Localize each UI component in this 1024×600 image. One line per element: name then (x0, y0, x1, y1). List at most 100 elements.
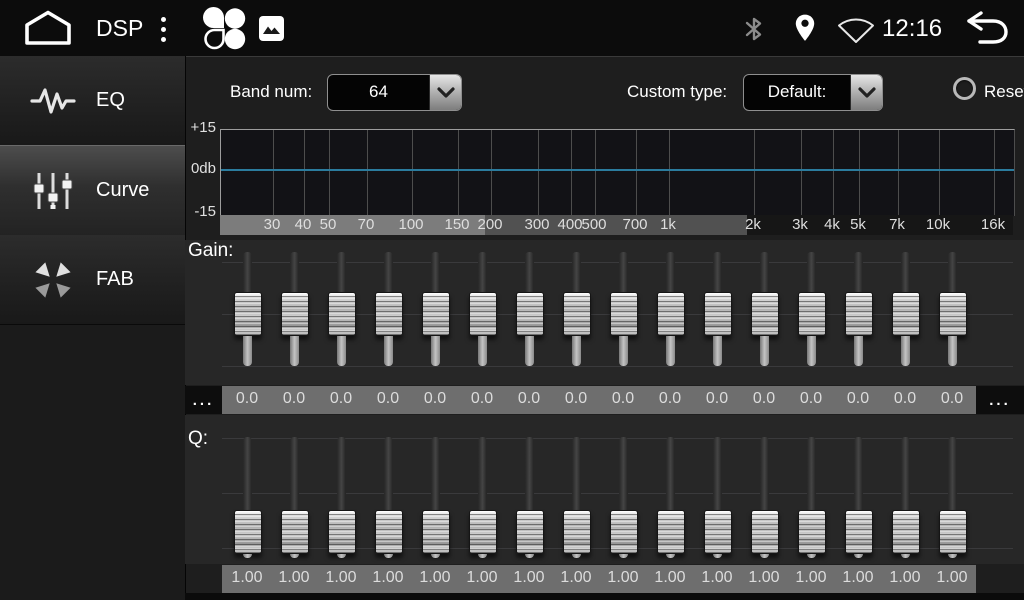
grid-line (859, 130, 860, 216)
slider-knob[interactable] (657, 510, 685, 554)
slider-knob[interactable] (234, 292, 262, 336)
q-slider[interactable] (845, 437, 871, 558)
gain-slider[interactable] (516, 252, 542, 366)
gain-value: 0.0 (365, 390, 411, 408)
slider-knob[interactable] (375, 510, 403, 554)
slider-knob[interactable] (328, 510, 356, 554)
slider-knob[interactable] (328, 292, 356, 336)
band-num-dropdown[interactable]: 64 (327, 74, 462, 111)
chevron-down-icon[interactable] (850, 75, 882, 110)
gain-slider[interactable] (892, 252, 918, 366)
gain-slider[interactable] (563, 252, 589, 366)
gain-slider[interactable] (798, 252, 824, 366)
slider-knob[interactable] (892, 510, 920, 554)
slider-knob[interactable] (939, 510, 967, 554)
slider-knob[interactable] (516, 510, 544, 554)
gain-slider[interactable] (422, 252, 448, 366)
slider-track-upper (713, 252, 722, 296)
q-slider[interactable] (704, 437, 730, 558)
slider-track-lower (290, 336, 299, 366)
gain-slider[interactable] (281, 252, 307, 366)
q-slider[interactable] (563, 437, 589, 558)
gain-slider[interactable] (375, 252, 401, 366)
slider-knob[interactable] (798, 510, 826, 554)
slider-knob[interactable] (751, 292, 779, 336)
q-slider[interactable] (422, 437, 448, 558)
kebab-menu-icon[interactable] (155, 11, 172, 48)
slider-track-lower (760, 554, 769, 558)
eq-curve-graph[interactable] (220, 129, 1015, 216)
slider-track-lower (666, 554, 675, 558)
slider-track-upper (619, 252, 628, 296)
gain-slider[interactable] (328, 252, 354, 366)
q-slider[interactable] (657, 437, 683, 558)
q-slider[interactable] (939, 437, 965, 558)
slider-knob[interactable] (657, 292, 685, 336)
slider-knob[interactable] (516, 292, 544, 336)
gain-value: 0.0 (271, 390, 317, 408)
slider-knob[interactable] (939, 292, 967, 336)
home-icon[interactable] (22, 8, 74, 48)
slider-track-upper (760, 252, 769, 296)
reset-radio[interactable] (953, 77, 976, 100)
slider-knob[interactable] (563, 292, 591, 336)
q-slider[interactable] (234, 437, 260, 558)
slider-track-upper (290, 252, 299, 296)
q-value: 1.00 (600, 569, 646, 587)
q-slider[interactable] (469, 437, 495, 558)
slider-knob[interactable] (422, 510, 450, 554)
slider-knob[interactable] (751, 510, 779, 554)
slider-track-lower (619, 554, 628, 558)
q-slider[interactable] (751, 437, 777, 558)
gain-slider[interactable] (610, 252, 636, 366)
more-bands-right-button[interactable]: ... (976, 386, 1024, 414)
slider-track-upper (572, 252, 581, 296)
q-slider[interactable] (892, 437, 918, 558)
q-slider[interactable] (375, 437, 401, 558)
gallery-icon[interactable] (258, 15, 285, 42)
gain-slider[interactable] (704, 252, 730, 366)
q-slider[interactable] (798, 437, 824, 558)
custom-type-dropdown[interactable]: Default: (743, 74, 883, 111)
slider-knob[interactable] (281, 292, 309, 336)
slider-track-lower (572, 336, 581, 366)
more-bands-left-button[interactable]: ... (185, 386, 222, 414)
sidebar-item-eq[interactable]: EQ (0, 56, 185, 146)
apps-clover-icon[interactable] (203, 7, 247, 51)
gain-slider[interactable] (939, 252, 965, 366)
gain-slider[interactable] (845, 252, 871, 366)
back-icon[interactable] (960, 9, 1010, 47)
slider-knob[interactable] (422, 292, 450, 336)
gain-slider[interactable] (469, 252, 495, 366)
slider-knob[interactable] (469, 292, 497, 336)
slider-knob[interactable] (704, 292, 732, 336)
chevron-down-icon[interactable] (429, 75, 461, 110)
slider-knob[interactable] (563, 510, 591, 554)
sidebar-item-fab[interactable]: FAB (0, 235, 185, 325)
gain-value: 0.0 (741, 390, 787, 408)
slider-knob[interactable] (281, 510, 309, 554)
slider-knob[interactable] (610, 292, 638, 336)
slider-track-lower (384, 336, 393, 366)
q-slider[interactable] (610, 437, 636, 558)
slider-knob[interactable] (375, 292, 403, 336)
slider-knob[interactable] (845, 292, 873, 336)
slider-knob[interactable] (798, 292, 826, 336)
grid-line (367, 130, 368, 216)
slider-track-lower (619, 336, 628, 366)
grid-line (571, 130, 572, 216)
gain-slider[interactable] (234, 252, 260, 366)
slider-knob[interactable] (469, 510, 497, 554)
slider-knob[interactable] (704, 510, 732, 554)
q-slider[interactable] (328, 437, 354, 558)
freq-tick-label: 150 (444, 216, 469, 233)
gain-slider[interactable] (751, 252, 777, 366)
slider-knob[interactable] (234, 510, 262, 554)
q-slider[interactable] (281, 437, 307, 558)
slider-knob[interactable] (892, 292, 920, 336)
slider-knob[interactable] (610, 510, 638, 554)
gain-slider[interactable] (657, 252, 683, 366)
slider-knob[interactable] (845, 510, 873, 554)
sidebar-item-curve[interactable]: Curve (0, 145, 185, 236)
q-slider[interactable] (516, 437, 542, 558)
